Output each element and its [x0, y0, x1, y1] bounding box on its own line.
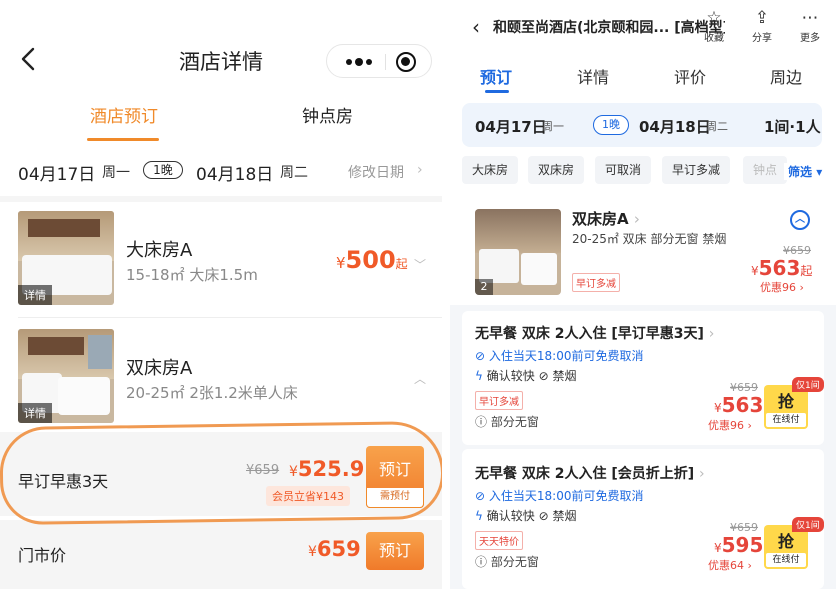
rate-plan-card[interactable]: 无早餐 双床 2人入住 [会员折上折] › ⊘ 入住当天18:00前可免费取消 … — [462, 449, 824, 589]
checkin-date: 04月17日 — [475, 118, 547, 136]
room-photo[interactable]: 详情 — [18, 329, 114, 423]
checkout-date: 04月18日 — [639, 118, 711, 136]
checkout-weekday: 周二 — [706, 120, 728, 133]
cancel-policy: ⊘ 入住当天18:00前可免费取消 — [475, 349, 644, 363]
room-desc: 20-25㎡ 双床 部分无窗 禁烟 — [572, 232, 727, 246]
room-name: 大床房A — [126, 240, 193, 261]
plan-name: 无早餐 双床 2人入住 [早订早惠3天] › — [475, 326, 715, 342]
discount-label[interactable]: 优惠96 › — [760, 279, 804, 295]
promo-tag: 天天特价 — [475, 531, 523, 550]
rate-price: ¥659 — [308, 537, 361, 561]
book-button[interactable]: 预订 — [366, 532, 424, 570]
left-screen: 酒店详情 酒店预订 钟点房 04月17日 周一 1晚 04月18日 周二 修改日… — [0, 0, 442, 589]
filter-chip-twin[interactable]: 双床房 — [528, 156, 585, 184]
back-arrow-icon[interactable]: ‹ — [472, 15, 480, 39]
original-price: ¥659 — [246, 463, 280, 478]
limited-badge: 仅1间 — [792, 517, 824, 532]
rate-plan-card[interactable]: 无早餐 双床 2人入住 [早订早惠3天] › ⊘ 入住当天18:00前可免费取消… — [462, 311, 824, 445]
chevron-down-icon[interactable]: ﹀ — [414, 256, 426, 273]
room-photo[interactable]: 2 — [475, 209, 561, 295]
more-dots-icon[interactable] — [341, 45, 377, 79]
rate-plan-list: 无早餐 双床 2人入住 [早订早惠3天] › ⊘ 入住当天18:00前可免费取消… — [450, 305, 836, 589]
member-saving-badge: 会员立省¥143 — [266, 486, 350, 506]
capsule-divider — [385, 54, 386, 70]
tab-active-indicator — [485, 90, 509, 93]
plan-price: ¥595 — [714, 533, 764, 557]
window-info: ⓘ 部分无窗 — [475, 415, 539, 429]
book-button[interactable]: 预订 需预付 — [366, 446, 424, 508]
window-info: ⓘ 部分无窗 — [475, 555, 539, 569]
left-tab-bar: 酒店预订 钟点房 — [0, 88, 442, 141]
discount-label[interactable]: 优惠64 › — [708, 557, 752, 573]
prepay-label: 需预付 — [366, 488, 424, 508]
date-occupancy-selector[interactable]: 04月17日 周一 1晚 04月18日 周二 1间·1人 — [462, 103, 822, 147]
details-tag: 详情 — [18, 403, 52, 423]
tab-hourly-room[interactable]: 钟点房 — [302, 102, 353, 127]
details-tag: 详情 — [18, 285, 52, 305]
limited-badge: 仅1间 — [792, 377, 824, 392]
filter-chip-king[interactable]: 大床房 — [462, 156, 519, 184]
room-price: ¥563起 — [751, 256, 813, 280]
rate-price: ¥525.9 — [289, 457, 365, 481]
checkout-date: 04月18日 — [196, 165, 274, 185]
more-icon[interactable]: ⋯ 更多 — [790, 8, 830, 44]
close-target-icon[interactable] — [396, 52, 416, 72]
checkout-weekday: 周二 — [280, 165, 308, 181]
miniprogram-capsule — [326, 44, 432, 78]
filter-button[interactable]: 筛选 ▾ — [784, 163, 823, 180]
collapse-icon[interactable]: ︿ — [790, 210, 810, 230]
tab-active-indicator — [87, 138, 159, 141]
hotel-title: 和颐至尚酒店(北京颐和园... [高档型] — [493, 20, 725, 36]
tab-hotel-booking[interactable]: 酒店预订 — [90, 102, 158, 127]
room-desc: 20-25㎡ 2张1.2米单人床 — [126, 384, 298, 402]
rate-name: 早订早惠3天 — [18, 472, 109, 491]
rate-plan-rack: 门市价 ¥659 预订 — [0, 520, 442, 589]
chevron-right-icon: › — [417, 162, 423, 178]
plan-price: ¥563 — [714, 393, 764, 417]
room-photo[interactable]: 详情 — [18, 211, 114, 305]
star-icon[interactable]: ☆ 收藏 — [694, 8, 734, 44]
tab-details[interactable]: 详情 — [577, 64, 609, 88]
nights-badge: 1晚 — [143, 161, 183, 179]
confirm-info: ϟ 确认较快 ⊘ 禁烟 — [475, 509, 577, 523]
tab-booking[interactable]: 预订 — [480, 64, 512, 88]
confirm-info: ϟ 确认较快 ⊘ 禁烟 — [475, 369, 577, 383]
promo-tag: 早订多减 — [572, 273, 620, 292]
tab-reviews[interactable]: 评价 — [674, 64, 706, 88]
date-selector[interactable]: 04月17日 周一 1晚 04月18日 周二 修改日期 › — [0, 150, 442, 190]
right-screen: ‹ 和颐至尚酒店(北京颐和园... [高档型] ☆ 收藏 ⇪ 分享 ⋯ 更多 预订 详… — [450, 0, 836, 589]
left-header: 酒店详情 — [0, 0, 442, 88]
promo-tag: 早订多减 — [475, 391, 523, 410]
checkin-weekday: 周一 — [542, 120, 564, 133]
change-date-link[interactable]: 修改日期 — [348, 162, 404, 182]
rate-plan-early-bird: 早订早惠3天 ¥659 ¥525.9 会员立省¥143 预订 需预付 — [0, 432, 442, 516]
filter-chip-early-discount[interactable]: 早订多减 — [662, 156, 731, 184]
checkin-weekday: 周一 — [102, 165, 130, 181]
occupancy: 1间·1人 — [764, 118, 821, 136]
photo-count: 2 — [475, 279, 493, 295]
chevron-up-icon[interactable]: ︿ — [414, 370, 426, 387]
room-price: ¥500起 — [336, 246, 408, 274]
discount-label[interactable]: 优惠96 › — [708, 417, 752, 433]
room-item-twin[interactable]: 详情 双床房A 20-25㎡ 2张1.2米单人床 ︿ — [0, 318, 442, 430]
room-name[interactable]: 双床房A › — [572, 208, 640, 229]
share-icon[interactable]: ⇪ 分享 — [742, 8, 782, 44]
nights-badge: 1晚 — [593, 115, 629, 135]
tab-nearby[interactable]: 周边 — [770, 64, 802, 88]
plan-name: 无早餐 双床 2人入住 [会员折上折] › — [475, 466, 705, 482]
room-item-king[interactable]: 详情 大床房A 15-18㎡ 大床1.5m ¥500起 ﹀ — [0, 202, 442, 318]
filter-chip-hourly[interactable]: 钟点 — [743, 156, 788, 184]
room-desc: 15-18㎡ 大床1.5m — [126, 266, 258, 284]
room-name: 双床房A — [126, 358, 193, 379]
cancel-policy: ⊘ 入住当天18:00前可免费取消 — [475, 489, 644, 503]
checkin-date: 04月17日 — [18, 165, 96, 185]
rate-name: 门市价 — [18, 546, 67, 565]
filter-chip-cancellable[interactable]: 可取消 — [595, 156, 652, 184]
